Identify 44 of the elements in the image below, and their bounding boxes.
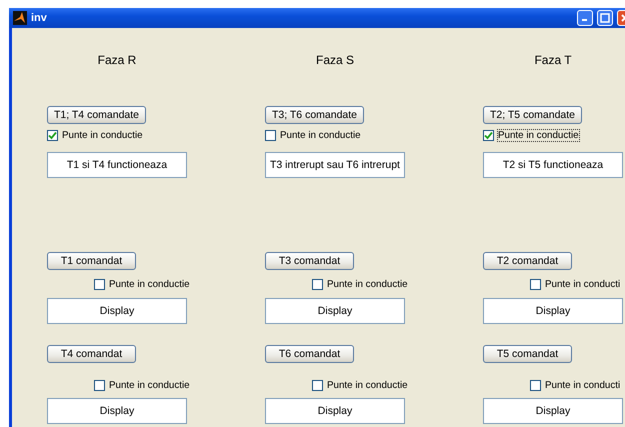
command-button[interactable]: T3 comandat xyxy=(265,252,354,270)
display-field: Display xyxy=(47,398,187,424)
checkbox-label: Punte in conducti xyxy=(544,278,622,291)
phase-heading: Faza T xyxy=(533,52,573,68)
checkbox-label: Punte in conductie xyxy=(497,129,580,142)
checkbox[interactable] xyxy=(312,380,323,391)
app-logo-icon xyxy=(13,11,27,25)
checkbox[interactable] xyxy=(47,130,58,141)
checkbox-label: Punte in conducti xyxy=(544,379,622,392)
status-field: T3 intrerupt sau T6 intrerupt xyxy=(265,152,405,178)
checkbox-label: Punte in conductie xyxy=(108,379,191,392)
window-title: inv xyxy=(31,12,48,24)
status-field: T2 si T5 functioneaza xyxy=(483,152,623,178)
display-field: Display xyxy=(265,398,405,424)
command-button[interactable]: T3; T6 comandate xyxy=(265,106,364,124)
checkbox[interactable] xyxy=(94,279,105,290)
checkbox-label: Punte in conductie xyxy=(326,379,409,392)
display-field: Display xyxy=(483,398,623,424)
display-field: Display xyxy=(47,298,187,324)
checkbox[interactable] xyxy=(94,380,105,391)
checkbox[interactable] xyxy=(530,380,541,391)
checkbox-label: Punte in conductie xyxy=(108,278,191,291)
checkbox[interactable] xyxy=(265,130,276,141)
command-button[interactable]: T2 comandat xyxy=(483,252,572,270)
command-button[interactable]: T2; T5 comandate xyxy=(483,106,582,124)
status-field: T1 si T4 functioneaza xyxy=(47,152,187,178)
checkbox-label: Punte in conductie xyxy=(61,129,144,142)
command-button[interactable]: T5 comandat xyxy=(483,345,572,363)
command-button[interactable]: T6 comandat xyxy=(265,345,354,363)
checkbox-label: Punte in conductie xyxy=(279,129,362,142)
checkbox[interactable] xyxy=(530,279,541,290)
command-button[interactable]: T1; T4 comandate xyxy=(47,106,146,124)
maximize-button[interactable] xyxy=(597,10,613,26)
minimize-button[interactable] xyxy=(577,10,593,26)
command-button[interactable]: T4 comandat xyxy=(47,345,136,363)
checkbox[interactable] xyxy=(312,279,323,290)
checkbox-label: Punte in conductie xyxy=(326,278,409,291)
maximize-icon xyxy=(600,13,610,23)
command-button[interactable]: T1 comandat xyxy=(47,252,136,270)
display-field: Display xyxy=(483,298,623,324)
checkbox[interactable] xyxy=(483,130,494,141)
phase-heading: Faza S xyxy=(314,52,355,68)
display-field: Display xyxy=(265,298,405,324)
phase-heading: Faza R xyxy=(96,52,138,68)
